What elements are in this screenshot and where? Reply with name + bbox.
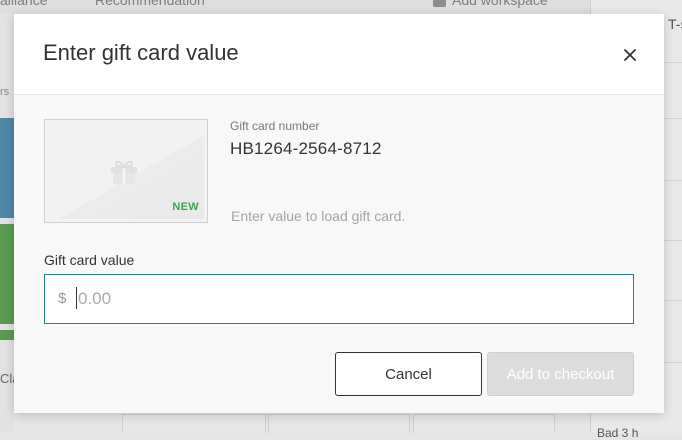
gift-card-value-label: Gift card value [44, 252, 135, 268]
gift-card-value-field[interactable]: $ [44, 274, 634, 324]
add-workspace-link: Add workspace [452, 0, 548, 8]
background-panel-bottom-text: Bad 3 h [597, 426, 639, 440]
add-to-checkout-button[interactable]: Add to checkout [487, 352, 634, 396]
currency-symbol: $ [58, 290, 67, 307]
background-tab-recommendation: Recommendation [95, 0, 205, 8]
background-cell [268, 414, 410, 433]
background-left-text: rs [0, 86, 10, 98]
gift-card-modal: Enter gift card value NEW Gift card numb… [14, 14, 664, 413]
gift-card-number-label: Gift card number [230, 119, 320, 133]
close-button[interactable] [619, 44, 641, 66]
background-tile-green-strip [0, 330, 14, 340]
text-caret [76, 287, 77, 309]
background-tile-green [0, 224, 14, 324]
gift-card-hint: Enter value to load gift card. [231, 208, 406, 224]
background-cell [413, 414, 555, 433]
cancel-button[interactable]: Cancel [335, 352, 482, 396]
gift-card-image: NEW [44, 119, 208, 223]
add-workspace-icon [433, 0, 446, 7]
background-cell [122, 414, 266, 433]
close-icon [624, 49, 636, 61]
gift-card-number-value: HB1264-2564-8712 [230, 139, 382, 158]
new-badge: NEW [172, 201, 199, 213]
modal-header: Enter gift card value [14, 14, 664, 95]
background-tab-alliance: alliance [0, 0, 48, 8]
gift-card-value-input[interactable] [78, 275, 618, 323]
background-panel-text: T-s [668, 16, 682, 32]
gift-icon [111, 160, 137, 184]
modal-body: NEW Gift card number HB1264-2564-8712 En… [14, 95, 664, 413]
modal-title: Enter gift card value [43, 40, 239, 65]
background-tile-blue [0, 118, 14, 218]
